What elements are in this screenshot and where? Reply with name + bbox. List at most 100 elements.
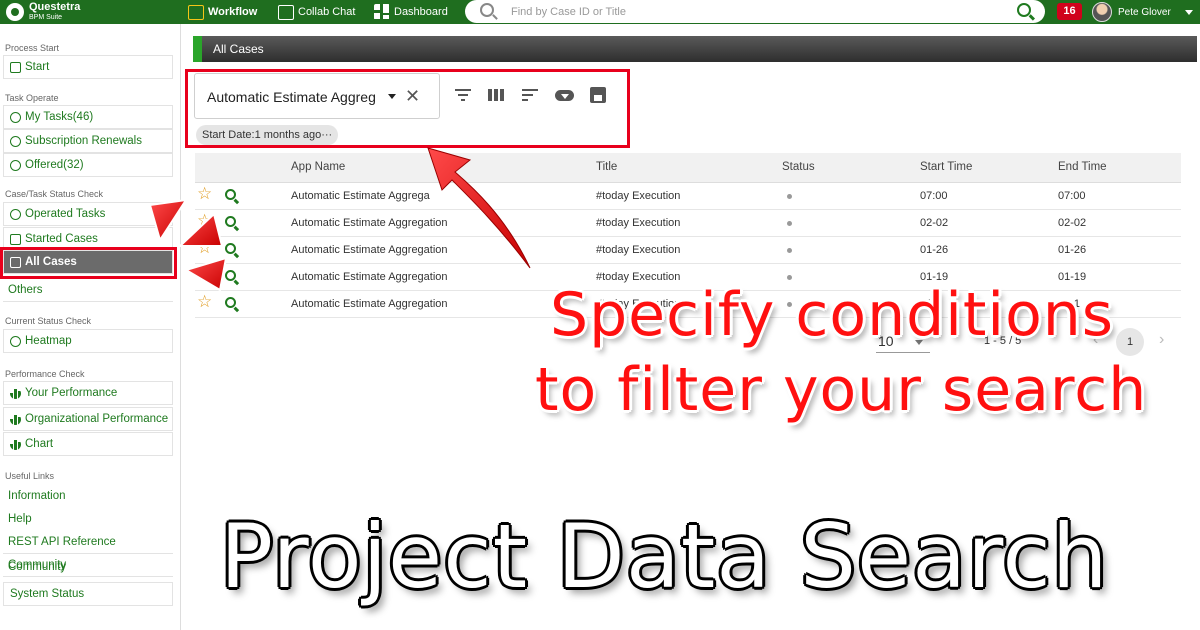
- cell-start-time: 01-26: [920, 244, 949, 256]
- section-process-start: Process Start: [5, 43, 60, 53]
- section-task-operate: Task Operate: [5, 93, 59, 103]
- col-start-time[interactable]: Start Time: [920, 161, 972, 173]
- sidebar-item-label: Community: [8, 558, 67, 571]
- star-icon[interactable]: ☆: [197, 239, 212, 256]
- search-icon: [480, 3, 494, 17]
- logo-name: Questetra: [29, 1, 81, 13]
- chevron-down-icon: [1184, 9, 1193, 15]
- star-icon[interactable]: ☆: [197, 266, 212, 283]
- case-search-input[interactable]: [511, 3, 991, 20]
- sidebar-item-offered[interactable]: Offered(32): [3, 153, 173, 177]
- nodes-icon: [10, 208, 21, 220]
- sidebar-item-label: Started Cases: [25, 233, 98, 245]
- search-icon[interactable]: [225, 243, 236, 254]
- status-dot: [787, 221, 792, 226]
- sidebar-link-system-status[interactable]: System Status: [3, 582, 173, 606]
- cell-title: #today Execution: [596, 244, 681, 256]
- sidebar-item-others[interactable]: Others: [3, 278, 173, 302]
- user-menu[interactable]: Pete Glover: [1092, 2, 1193, 22]
- col-app-name[interactable]: App Name: [291, 161, 345, 173]
- cell-app-name: Automatic Estimate Aggrega: [291, 190, 430, 202]
- cell-end-time: 01-26: [1058, 244, 1087, 256]
- cell-title: #today Execution: [596, 217, 681, 229]
- status-dot: [787, 194, 792, 199]
- search-icon[interactable]: [225, 297, 236, 308]
- chevron-right-icon[interactable]: ›: [1159, 331, 1164, 349]
- search-icon[interactable]: [225, 270, 236, 281]
- nav-workflow[interactable]: Workflow: [188, 3, 257, 21]
- play-circle-icon: [10, 111, 21, 123]
- cell-start-time: 02-02: [920, 217, 949, 229]
- nav-collab-chat-label: Collab Chat: [298, 6, 356, 18]
- top-bar: Questetra BPM Suite Workflow Collab Chat…: [0, 0, 1200, 24]
- cell-title: #today Execution: [596, 190, 681, 202]
- copy-icon: [10, 233, 21, 245]
- sidebar-item-label: Start: [25, 61, 50, 73]
- sidebar-item-your-performance[interactable]: Your Performance: [3, 381, 173, 405]
- nav-dashboard-label: Dashboard: [394, 6, 448, 18]
- search-submit-icon[interactable]: [1017, 3, 1031, 17]
- sidebar-item-chart[interactable]: Chart: [3, 432, 173, 456]
- sidebar-item-subscription-renewals[interactable]: Subscription Renewals: [3, 129, 173, 153]
- nav-dashboard[interactable]: Dashboard: [374, 3, 448, 21]
- sidebar-highlight-box: [0, 247, 177, 279]
- sidebar-item-my-tasks[interactable]: My Tasks(46): [3, 105, 173, 129]
- nav-workflow-label: Workflow: [208, 6, 258, 18]
- sidebar-item-label: System Status: [10, 588, 85, 600]
- banner-title: Project Data Search: [220, 505, 1109, 608]
- dashboard-icon: [374, 4, 390, 20]
- star-icon[interactable]: ☆: [197, 293, 212, 310]
- table-row[interactable]: ☆ Automatic Estimate Aggrega #today Exec…: [195, 183, 1181, 210]
- bar-chart-icon: [10, 413, 21, 425]
- sidebar-link-information[interactable]: Information: [3, 484, 173, 508]
- sidebar-item-operated-tasks[interactable]: Operated Tasks: [3, 202, 173, 226]
- sidebar-item-label: Information: [8, 489, 66, 502]
- col-title[interactable]: Title: [596, 161, 617, 173]
- search-icon[interactable]: [225, 216, 236, 227]
- table-row[interactable]: ☆ Automatic Estimate Aggregation #today …: [195, 237, 1181, 264]
- cell-app-name: Automatic Estimate Aggregation: [291, 217, 448, 229]
- star-icon[interactable]: ☆: [197, 185, 212, 202]
- download-circle-icon: [10, 159, 21, 171]
- sidebar-link-community[interactable]: Community: [3, 553, 173, 577]
- star-icon[interactable]: ☆: [197, 212, 212, 229]
- sidebar: Process Start Start Task Operate My Task…: [0, 24, 181, 630]
- section-current-status: Current Status Check: [5, 316, 92, 326]
- sidebar-item-label: Others: [8, 283, 43, 296]
- sidebar-item-label: Help: [8, 512, 32, 525]
- sidebar-item-label: Your Performance: [25, 387, 118, 399]
- case-search: [465, 0, 1045, 23]
- sidebar-item-label: Chart: [25, 438, 54, 450]
- col-end-time[interactable]: End Time: [1058, 161, 1107, 173]
- logo-icon: [6, 2, 24, 21]
- logo-subtitle: BPM Suite: [29, 14, 63, 21]
- sidebar-item-label: Organizational Performance: [25, 413, 169, 425]
- notification-badge[interactable]: 16: [1057, 3, 1082, 20]
- sidebar-item-heatmap[interactable]: Heatmap: [3, 329, 173, 353]
- check-circle-icon: [10, 335, 21, 347]
- cell-app-name: Automatic Estimate Aggregation: [291, 298, 448, 310]
- col-status[interactable]: Status: [782, 161, 815, 173]
- sidebar-item-label: Heatmap: [25, 335, 72, 347]
- sidebar-item-label: Offered(32): [25, 159, 84, 171]
- workflow-icon: [188, 4, 204, 20]
- sidebar-item-label: Subscription Renewals: [25, 135, 142, 147]
- cell-start-time: 07:00: [920, 190, 948, 202]
- sidebar-link-rest-api[interactable]: REST API Reference: [3, 530, 173, 554]
- user-name: Pete Glover: [1118, 6, 1171, 18]
- bar-chart-icon: [10, 387, 21, 399]
- search-icon[interactable]: [225, 189, 236, 200]
- sidebar-link-help[interactable]: Help: [3, 507, 173, 531]
- nav-collab-chat[interactable]: Collab Chat: [278, 3, 355, 21]
- pager-current-page[interactable]: 1: [1116, 328, 1144, 356]
- sidebar-item-organizational-performance[interactable]: Organizational Performance: [3, 407, 173, 431]
- cell-end-time: 02-02: [1058, 217, 1087, 229]
- sidebar-item-start[interactable]: Start: [3, 55, 173, 79]
- table-row[interactable]: ☆ Automatic Estimate Aggregation #today …: [195, 210, 1181, 237]
- cell-app-name: Automatic Estimate Aggregation: [291, 271, 448, 283]
- callout-line-2: to filter your search: [535, 355, 1148, 425]
- questetra-logo[interactable]: Questetra BPM Suite: [6, 2, 80, 21]
- sidebar-item-label: My Tasks(46): [25, 111, 94, 123]
- bar-chart-icon: [10, 438, 21, 450]
- cell-app-name: Automatic Estimate Aggregation: [291, 244, 448, 256]
